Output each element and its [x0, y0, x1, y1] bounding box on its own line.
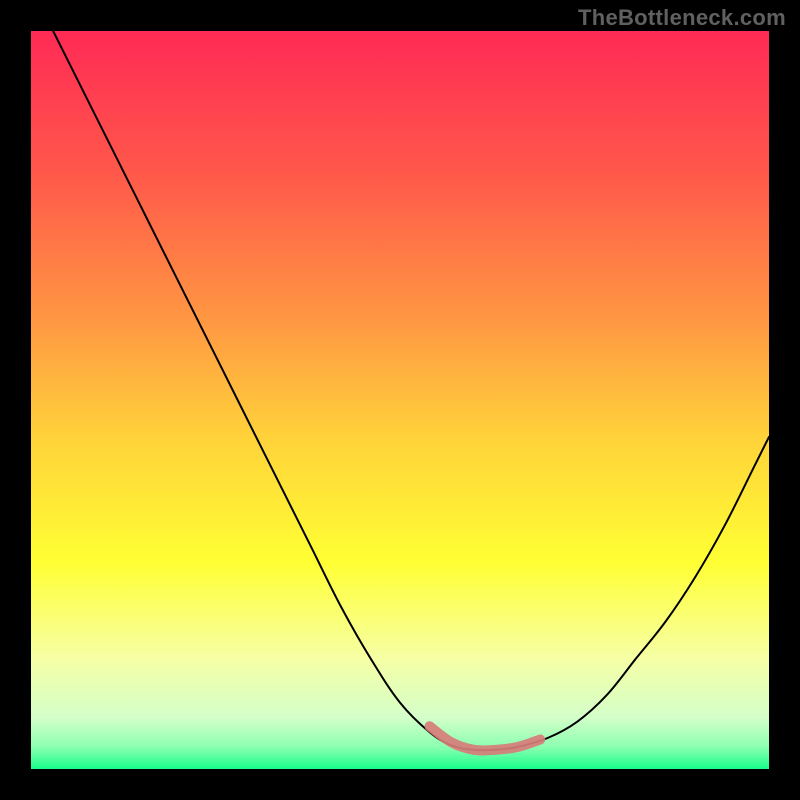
chart-background: [31, 31, 769, 769]
chart-area: [31, 31, 769, 769]
watermark-text: TheBottleneck.com: [578, 5, 786, 31]
